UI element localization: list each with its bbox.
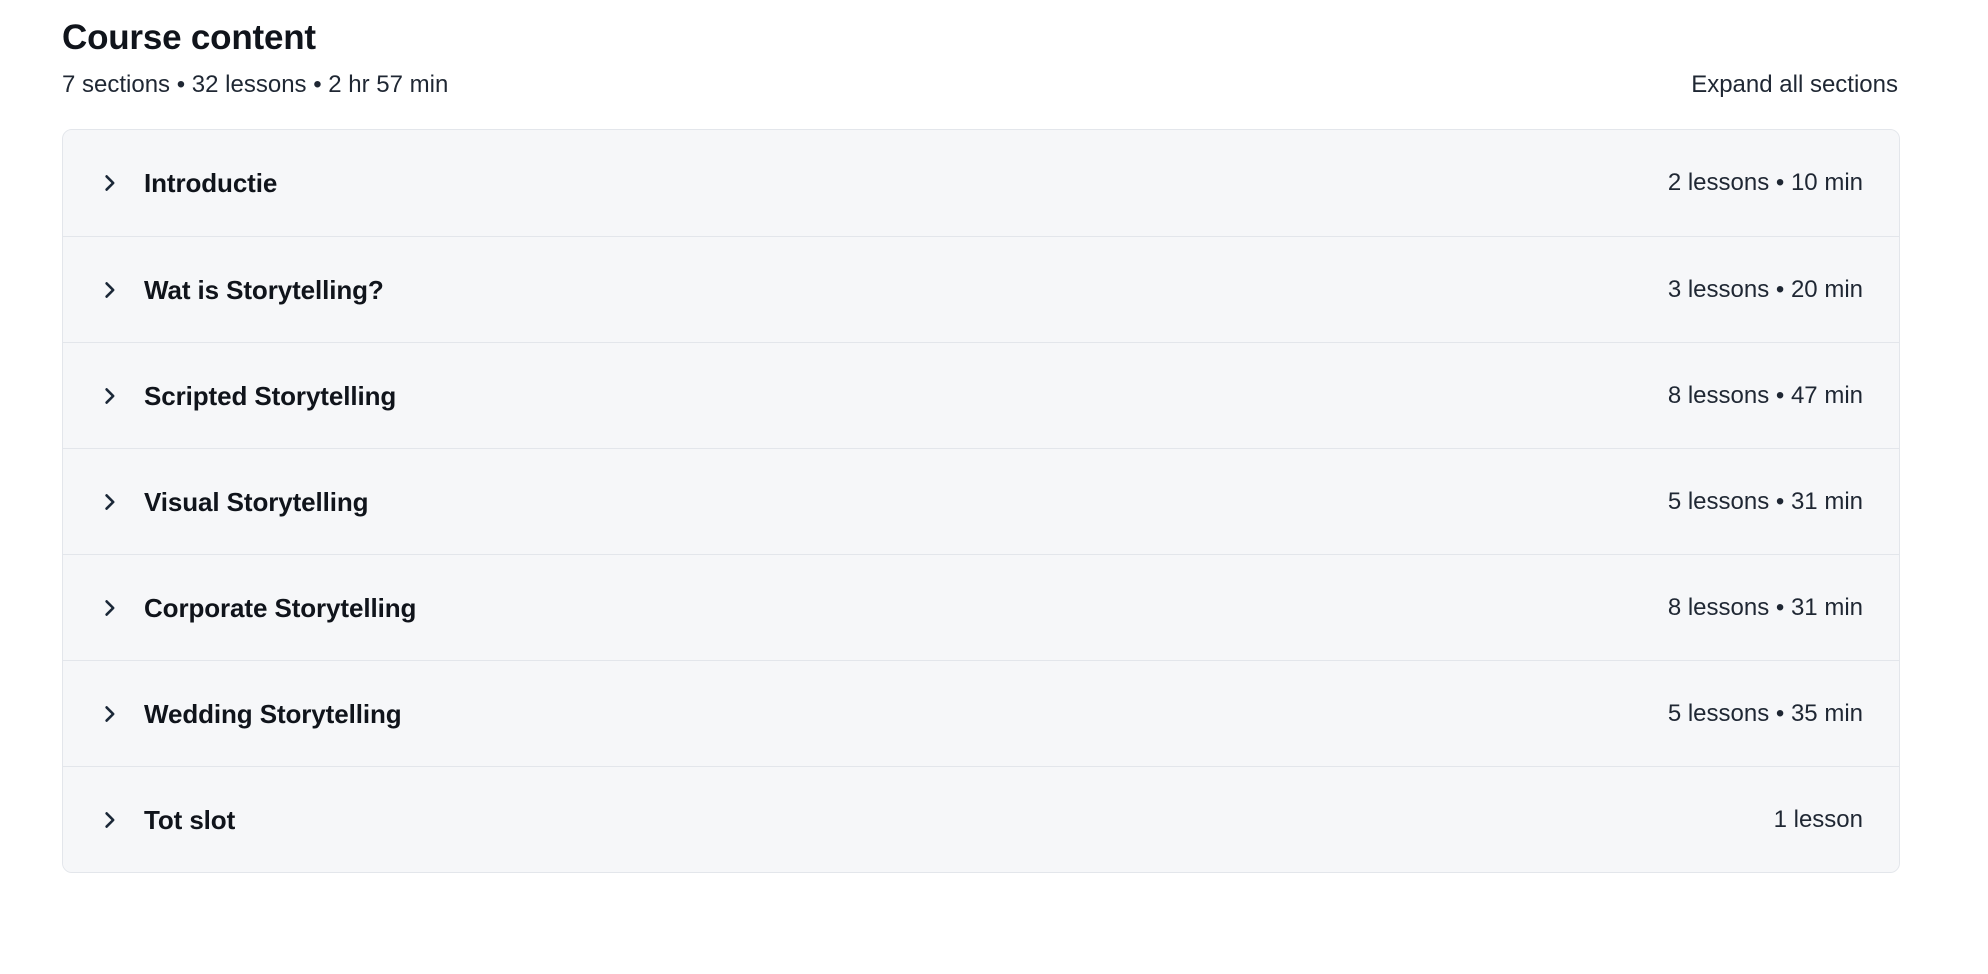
- page-title: Course content: [62, 18, 316, 57]
- course-content-page: Course content 7 sections • 32 lessons •…: [0, 0, 1988, 974]
- section-row[interactable]: Wat is Storytelling? 3 lessons • 20 min: [63, 236, 1899, 342]
- section-title: Scripted Storytelling: [144, 380, 397, 411]
- expand-all-sections-button[interactable]: Expand all sections: [1691, 69, 1900, 101]
- section-title: Introductie: [144, 168, 278, 198]
- section-title: Wat is Storytelling?: [144, 274, 384, 305]
- section-meta: 3 lessons • 20 min: [1667, 275, 1863, 303]
- chevron-right-icon[interactable]: [99, 491, 121, 513]
- section-meta: 1 lesson: [1773, 805, 1863, 833]
- chevron-right-icon[interactable]: [99, 279, 121, 301]
- section-meta: 8 lessons • 31 min: [1667, 593, 1863, 621]
- section-row[interactable]: Corporate Storytelling 8 lessons • 31 min: [63, 554, 1899, 660]
- course-summary-text: 7 sections • 32 lessons • 2 hr 57 min: [62, 71, 449, 98]
- section-row[interactable]: Introductie 2 lessons • 10 min: [63, 130, 1899, 236]
- course-content-header: Course content 7 sections • 32 lessons •…: [62, 0, 1900, 101]
- section-meta: 2 lessons • 10 min: [1667, 169, 1863, 196]
- section-meta: 5 lessons • 31 min: [1667, 487, 1863, 515]
- section-title: Tot slot: [144, 804, 236, 835]
- section-meta: 8 lessons • 47 min: [1667, 381, 1863, 409]
- chevron-right-icon[interactable]: [99, 703, 121, 725]
- chevron-right-icon[interactable]: [99, 809, 121, 831]
- section-title: Visual Storytelling: [144, 486, 369, 517]
- chevron-right-icon[interactable]: [99, 597, 121, 619]
- section-title: Wedding Storytelling: [144, 698, 402, 729]
- section-row[interactable]: Wedding Storytelling 5 lessons • 35 min: [63, 660, 1899, 766]
- section-row[interactable]: Tot slot 1 lesson: [63, 766, 1899, 872]
- course-summary-bar: 7 sections • 32 lessons • 2 hr 57 min Ex…: [62, 69, 1900, 101]
- section-meta: 5 lessons • 35 min: [1667, 699, 1863, 727]
- chevron-right-icon[interactable]: [99, 385, 121, 407]
- chevron-right-icon[interactable]: [99, 172, 121, 194]
- section-title: Corporate Storytelling: [144, 592, 417, 623]
- section-row[interactable]: Scripted Storytelling 8 lessons • 47 min: [63, 342, 1899, 448]
- section-row[interactable]: Visual Storytelling 5 lessons • 31 min: [63, 448, 1899, 554]
- course-sections-list: Introductie 2 lessons • 10 min Wat is Stor…: [62, 129, 1900, 873]
